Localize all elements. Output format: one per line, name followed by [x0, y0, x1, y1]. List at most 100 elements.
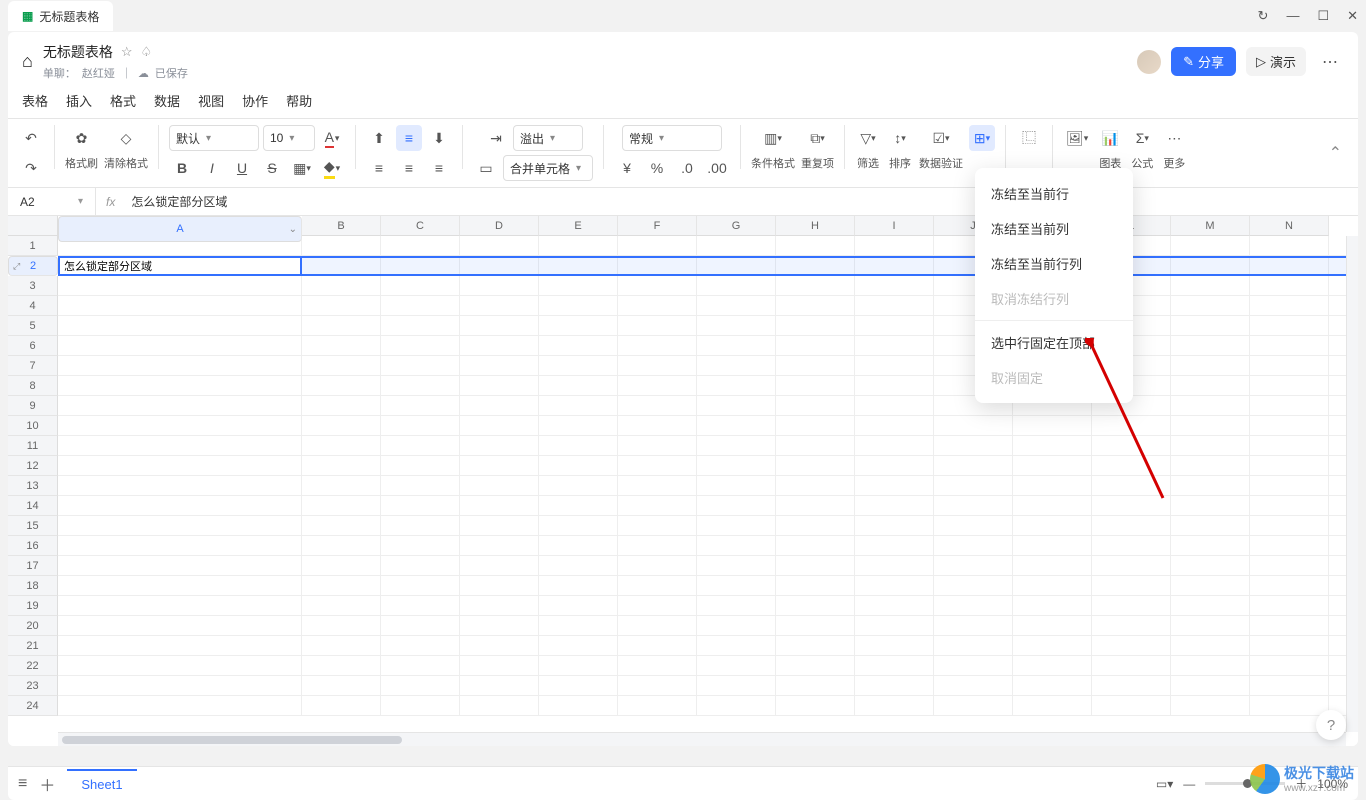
row-header-3[interactable]: 3 — [8, 276, 58, 296]
undo-button[interactable]: ↶ — [18, 125, 44, 151]
merge-select[interactable]: 合并单元格▾ — [503, 155, 593, 181]
column-header-D[interactable]: D — [460, 216, 539, 236]
font-name-select[interactable]: 默认▾ — [169, 125, 259, 151]
menu-insert[interactable]: 插入 — [66, 91, 92, 110]
clear-format-icon[interactable]: ◇ — [113, 125, 139, 151]
valign-middle-button[interactable]: ≡ — [396, 125, 422, 151]
group-icon[interactable]: ⿺ — [1016, 125, 1042, 151]
row-header-15[interactable]: 15 — [8, 516, 58, 536]
home-icon[interactable]: ⌂ — [22, 51, 33, 72]
column-header-N[interactable]: N — [1250, 216, 1329, 236]
column-header-G[interactable]: G — [697, 216, 776, 236]
cells-area[interactable] — [58, 236, 1346, 732]
row-header-9[interactable]: 9 — [8, 396, 58, 416]
more-menu-button[interactable]: ⋯ — [1316, 48, 1344, 76]
sheet-list-button[interactable]: ≡ — [18, 775, 27, 793]
format-painter-icon[interactable]: ✿ — [69, 125, 95, 151]
row-header-2[interactable]: 2 — [8, 256, 58, 276]
underline-button[interactable]: U — [229, 155, 255, 181]
valign-bottom-button[interactable]: ⬇ — [426, 125, 452, 151]
menu-table[interactable]: 表格 — [22, 91, 48, 110]
pin-row-top-item[interactable]: 选中行固定在顶部 — [975, 325, 1133, 360]
collapse-ribbon-button[interactable]: ⌃ — [1323, 137, 1348, 169]
column-header-H[interactable]: H — [776, 216, 855, 236]
cell-reference-box[interactable]: A2▾ — [8, 188, 96, 215]
maximize-button[interactable]: ☐ — [1317, 8, 1329, 24]
column-header-F[interactable]: F — [618, 216, 697, 236]
strike-button[interactable]: S — [259, 155, 285, 181]
percent-button[interactable]: % — [644, 155, 670, 181]
row-header-22[interactable]: 22 — [8, 656, 58, 676]
row-header-10[interactable]: 10 — [8, 416, 58, 436]
row-header-6[interactable]: 6 — [8, 336, 58, 356]
horizontal-scrollbar[interactable] — [58, 732, 1346, 746]
active-cell[interactable]: 怎么锁定部分区域 — [58, 256, 302, 276]
sort-icon[interactable]: ↕▾ — [887, 125, 913, 151]
align-right-button[interactable]: ≡ — [426, 155, 452, 181]
font-size-select[interactable]: 10▾ — [263, 125, 315, 151]
zoom-slider[interactable] — [1205, 782, 1285, 785]
valign-top-button[interactable]: ⬆ — [366, 125, 392, 151]
formula-icon[interactable]: Σ▾ — [1129, 125, 1155, 151]
row-header-24[interactable]: 24 — [8, 696, 58, 716]
vertical-scrollbar[interactable] — [1346, 236, 1358, 732]
conditional-format-icon[interactable]: ▥▾ — [760, 125, 786, 151]
formula-input[interactable]: 怎么锁定部分区域 — [125, 193, 1358, 210]
row-header-23[interactable]: 23 — [8, 676, 58, 696]
row-header-16[interactable]: 16 — [8, 536, 58, 556]
share-button[interactable]: ✎ 分享 — [1171, 47, 1236, 76]
row-header-19[interactable]: 19 — [8, 596, 58, 616]
star-icon[interactable]: ☆ — [121, 44, 133, 60]
select-all-corner[interactable] — [8, 216, 58, 236]
row-header-13[interactable]: 13 — [8, 476, 58, 496]
zoom-value[interactable]: 100% — [1317, 777, 1348, 791]
border-button[interactable]: ▦▾ — [289, 155, 315, 181]
filter-icon[interactable]: ▽▾ — [855, 125, 881, 151]
row-header-21[interactable]: 21 — [8, 636, 58, 656]
bell-icon[interactable]: ♤ — [141, 44, 153, 60]
bold-button[interactable]: B — [169, 155, 195, 181]
freeze-to-row-item[interactable]: 冻结至当前行 — [975, 176, 1133, 211]
more-icon[interactable]: ⋯ — [1161, 125, 1187, 151]
wrap-button[interactable]: ⇥ — [483, 125, 509, 151]
minimize-button[interactable]: — — [1286, 8, 1299, 24]
menu-help[interactable]: 帮助 — [286, 91, 312, 110]
document-title[interactable]: 无标题表格 — [43, 42, 113, 62]
decrease-decimal-button[interactable]: .0 — [674, 155, 700, 181]
row-header-12[interactable]: 12 — [8, 456, 58, 476]
menu-data[interactable]: 数据 — [154, 91, 180, 110]
redo-button[interactable]: ↷ — [18, 155, 44, 181]
column-header-A[interactable]: A — [58, 216, 302, 242]
column-header-E[interactable]: E — [539, 216, 618, 236]
row-header-14[interactable]: 14 — [8, 496, 58, 516]
refresh-button[interactable]: ↻ — [1258, 8, 1269, 24]
document-tab[interactable]: ▦ 无标题表格 — [8, 1, 113, 31]
help-fab[interactable]: ? — [1316, 710, 1346, 740]
avatar[interactable] — [1137, 50, 1161, 74]
row-header-4[interactable]: 4 — [8, 296, 58, 316]
row-header-7[interactable]: 7 — [8, 356, 58, 376]
chart-icon[interactable]: 📊 — [1097, 125, 1123, 151]
spreadsheet-grid[interactable]: ABCDEFGHIJKLMN 1234567891011121314151617… — [8, 216, 1358, 746]
menu-collab[interactable]: 协作 — [242, 91, 268, 110]
align-left-button[interactable]: ≡ — [366, 155, 392, 181]
image-icon[interactable]: 🖼▾ — [1063, 125, 1091, 151]
add-sheet-button[interactable]: ＋ — [39, 772, 55, 796]
row-header-1[interactable]: 1 — [8, 236, 58, 256]
duplicates-icon[interactable]: ⧉▾ — [805, 125, 831, 151]
view-mode-icon[interactable]: ▭▾ — [1156, 777, 1173, 791]
present-button[interactable]: ▷ 演示 — [1246, 47, 1306, 76]
number-format-select[interactable]: 常规▾ — [622, 125, 722, 151]
freeze-to-row-col-item[interactable]: 冻结至当前行列 — [975, 246, 1133, 281]
column-header-M[interactable]: M — [1171, 216, 1250, 236]
merge-toggle-button[interactable]: ▭ — [473, 155, 499, 181]
increase-decimal-button[interactable]: .00 — [704, 155, 730, 181]
row-header-20[interactable]: 20 — [8, 616, 58, 636]
close-button[interactable]: ✕ — [1347, 8, 1358, 24]
column-header-B[interactable]: B — [302, 216, 381, 236]
menu-view[interactable]: 视图 — [198, 91, 224, 110]
data-validation-icon[interactable]: ☑▾ — [928, 125, 954, 151]
sheet-tab-1[interactable]: Sheet1 — [67, 769, 136, 798]
freeze-panes-button[interactable]: ⊞▾ — [969, 125, 995, 151]
italic-button[interactable]: I — [199, 155, 225, 181]
